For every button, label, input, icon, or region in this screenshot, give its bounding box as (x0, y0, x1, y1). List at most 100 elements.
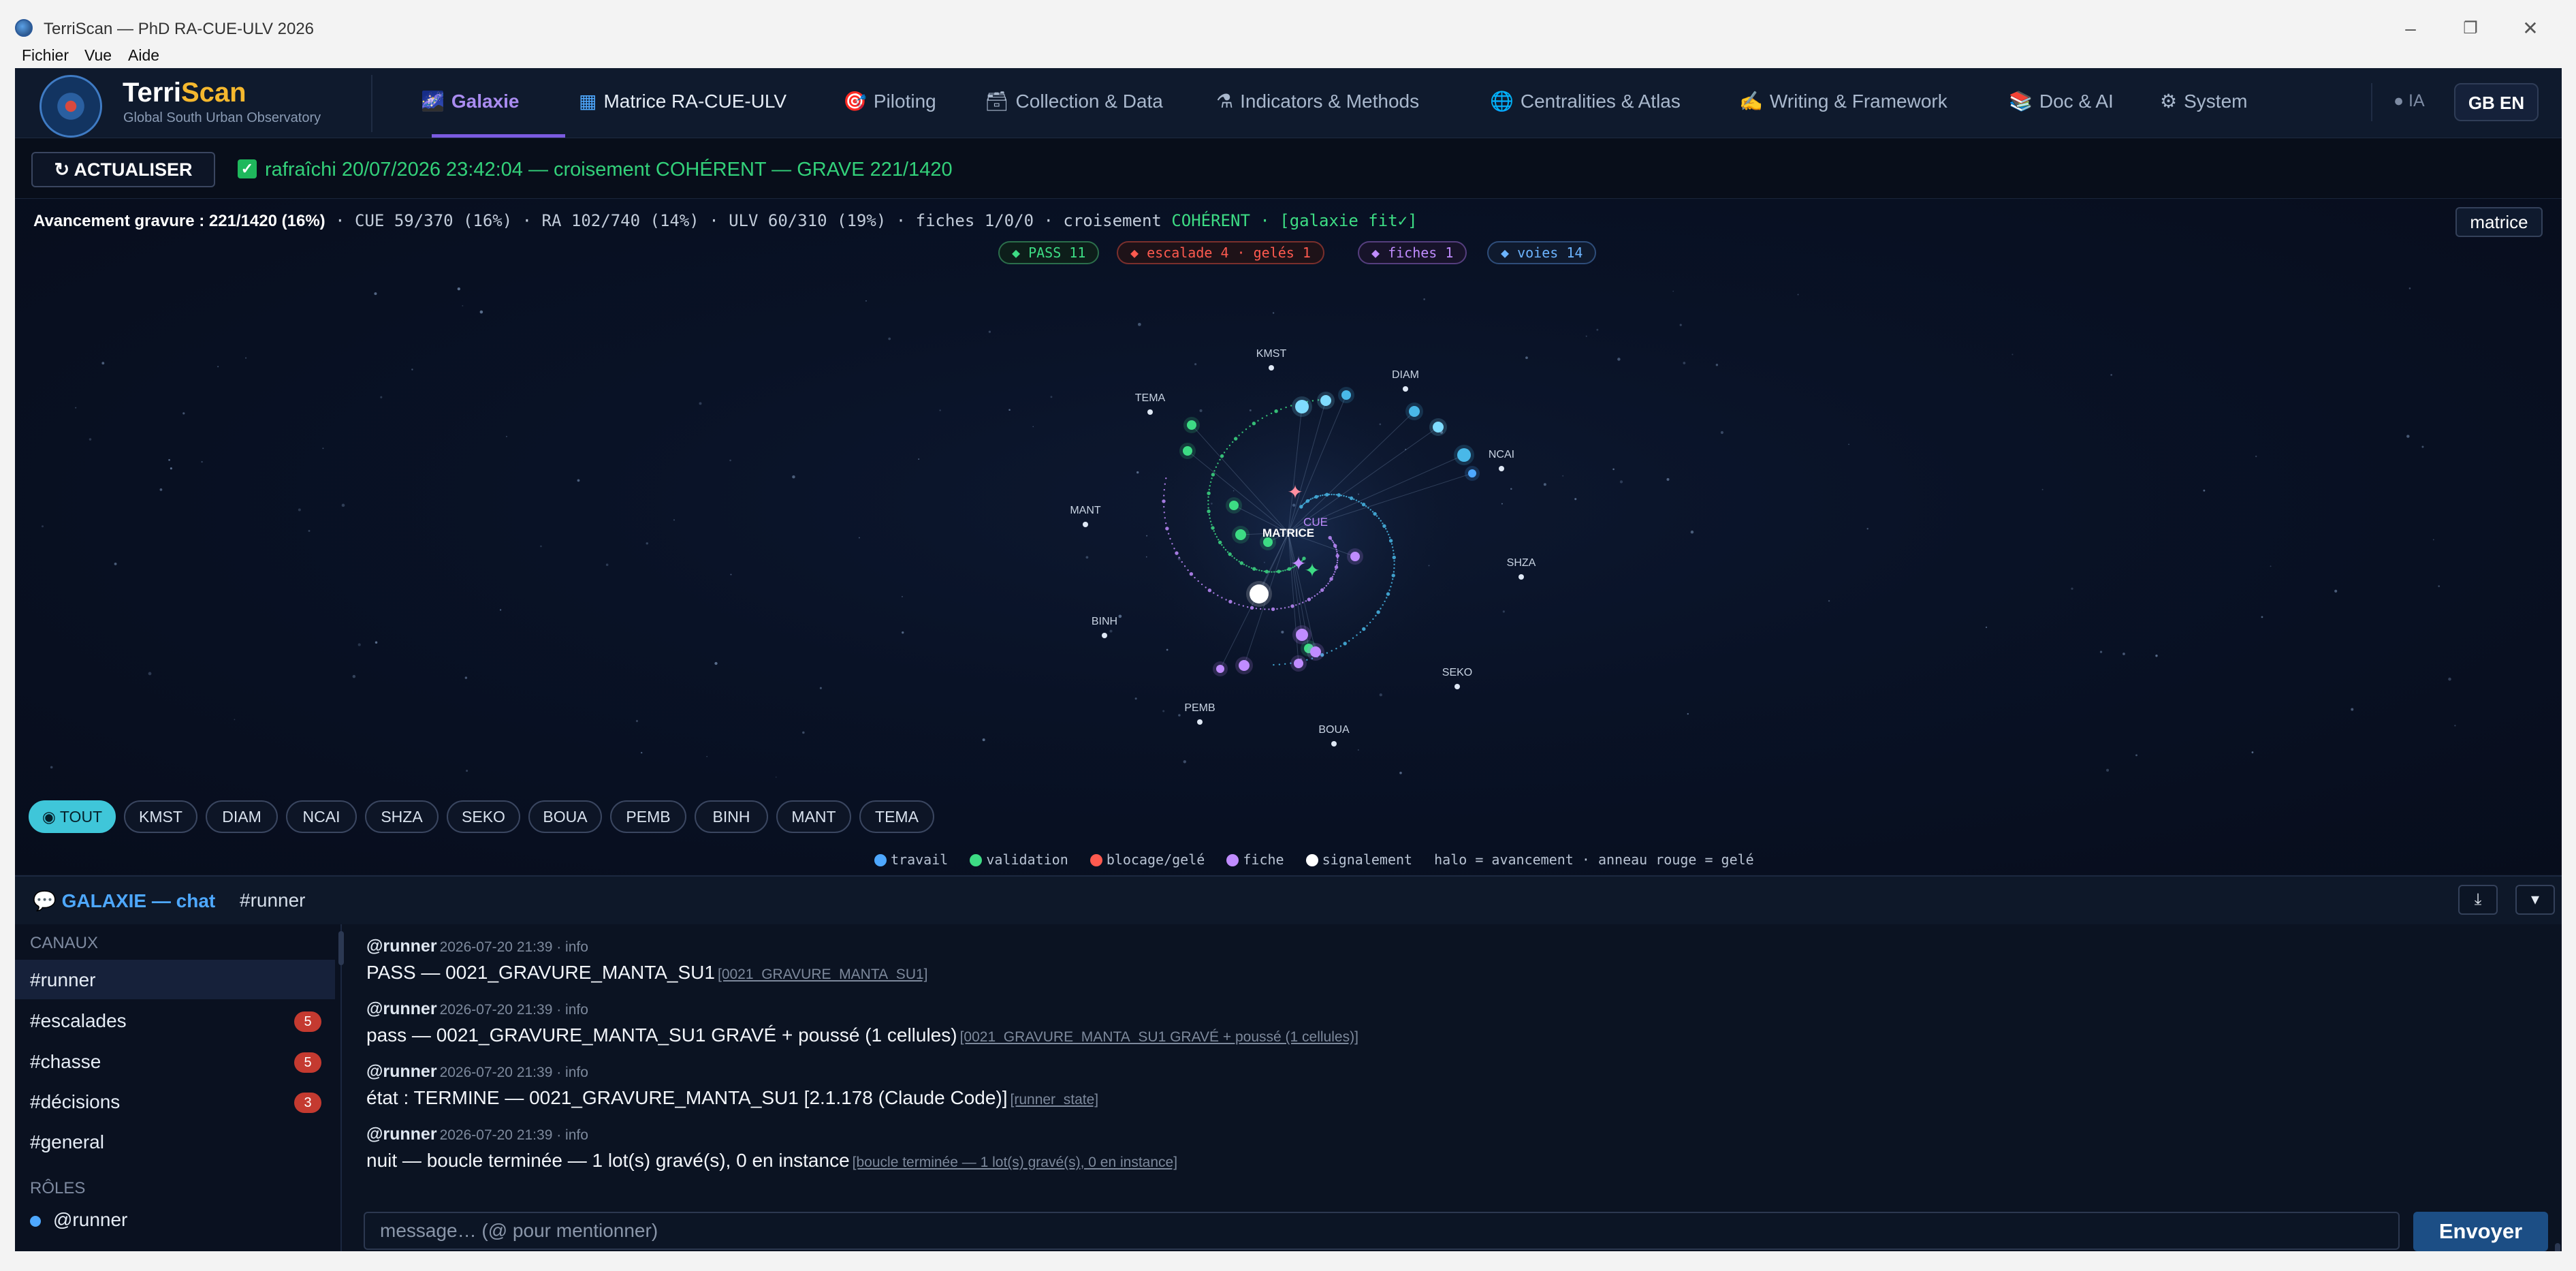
site-node-mant[interactable] (1083, 522, 1088, 527)
matrice-button[interactable]: matrice (2455, 207, 2543, 237)
refresh-button[interactable]: ↻ ACTUALISER (31, 152, 215, 187)
tab-galaxie[interactable]: 🌌 Galaxie (421, 90, 520, 112)
menu-vue[interactable]: Vue (84, 46, 112, 65)
site-node-shza[interactable] (1518, 574, 1524, 580)
arm-particle (1268, 571, 1271, 573)
site-node-diam[interactable] (1403, 386, 1408, 392)
arm-particle (1275, 571, 1277, 573)
filter-boua[interactable]: BOUA (528, 800, 602, 833)
arm-particle (1326, 652, 1329, 654)
ia-toggle[interactable]: ● IA (2394, 91, 2425, 111)
role-runner[interactable]: @runner (15, 1199, 335, 1239)
galaxy-visualization[interactable]: ✦✦✦ KMSTDIAMTEMANCAIMANTSHZABINHSEKOPEMB… (15, 199, 2562, 875)
language-button[interactable]: GB EN (2454, 83, 2539, 121)
tab-indicators-methods[interactable]: ⚗ Indicators & Methods (1216, 90, 1419, 112)
chat-message: @runner 2026-07-20 21:39 · info PASS — 00… (366, 937, 2545, 984)
channel-general[interactable]: #general (15, 1122, 335, 1161)
task-node[interactable] (1310, 646, 1321, 657)
close-icon[interactable]: ✕ (2517, 16, 2544, 41)
message-author[interactable]: @runner (366, 937, 437, 956)
pill-escalade[interactable]: ◆ escalade 4 · gelés 1 (1117, 241, 1324, 264)
star-dot (457, 287, 460, 291)
pill-fiches[interactable]: ◆ fiches 1 (1358, 241, 1467, 264)
task-node[interactable] (1187, 420, 1196, 430)
tab-label: Centralities & Atlas (1520, 91, 1681, 112)
task-node[interactable] (1183, 446, 1192, 456)
site-node-kmst[interactable] (1269, 365, 1274, 371)
task-node[interactable] (1229, 501, 1239, 510)
task-node[interactable] (1350, 552, 1360, 561)
message-author[interactable]: @runner (366, 1062, 437, 1081)
star-dot (462, 304, 464, 307)
channel-chasse[interactable]: #chasse 5 (15, 1041, 335, 1081)
filter-shza[interactable]: SHZA (365, 800, 439, 833)
arm-particle (1211, 526, 1215, 530)
task-node[interactable] (1250, 584, 1269, 603)
message-ref-link[interactable]: [boucle terminée — 1 lot(s) gravé(s), 0 … (853, 1155, 1177, 1170)
task-node[interactable] (1296, 629, 1308, 641)
message-author[interactable]: @runner (366, 999, 437, 1018)
task-node[interactable] (1341, 390, 1351, 400)
site-node-binh[interactable] (1102, 633, 1107, 638)
menu-aide[interactable]: Aide (128, 46, 159, 65)
download-icon[interactable]: ⤓ (2458, 885, 2498, 915)
site-node-tema[interactable] (1147, 409, 1153, 415)
sidebar-scrollbar[interactable] (338, 931, 344, 965)
messages-scrollbar[interactable] (2555, 1243, 2560, 1251)
channel-escalades[interactable]: #escalades 5 (15, 1001, 335, 1040)
tab-writing-framework[interactable]: ✍ Writing & Framework (1739, 90, 1947, 112)
task-node[interactable] (1235, 529, 1246, 540)
task-node[interactable] (1468, 469, 1476, 477)
tab-matrice[interactable]: ▦ Matrice RA-CUE-ULV (579, 90, 786, 112)
message-ref-link[interactable]: [runner_state] (1011, 1092, 1099, 1108)
filter-seko[interactable]: SEKO (447, 800, 520, 833)
star-dot (802, 731, 805, 734)
filter-tout[interactable]: ◉ TOUT (29, 800, 116, 833)
task-node[interactable] (1239, 660, 1250, 671)
message-author[interactable]: @runner (366, 1125, 437, 1144)
site-node-pemb[interactable] (1197, 719, 1203, 725)
message-input[interactable]: message… (@ pour mentionner) (364, 1212, 2400, 1250)
tab-doc-ai[interactable]: 📚 Doc & AI (2009, 90, 2114, 112)
task-node[interactable] (1457, 448, 1471, 462)
filter-binh[interactable]: BINH (695, 800, 768, 833)
site-node-boua[interactable] (1331, 741, 1337, 747)
task-node[interactable] (1320, 395, 1331, 406)
filter-tema[interactable]: TEMA (859, 800, 934, 833)
menu-bar: Fichier Vue Aide (0, 44, 2576, 68)
site-node-ncai[interactable] (1499, 466, 1504, 471)
star-dot (2203, 489, 2206, 492)
message-ref-link[interactable]: [0021_GRAVURE_MANTA_SU1 GRAVÉ + poussé (… (960, 1029, 1358, 1045)
channel-runner[interactable]: #runner (15, 960, 335, 999)
collapse-icon[interactable]: ▾ (2515, 885, 2555, 915)
tab-centralities-atlas[interactable]: 🌐 Centralities & Atlas (1490, 90, 1681, 112)
star-dot (148, 672, 152, 676)
star-dot (2334, 589, 2338, 593)
tab-piloting[interactable]: 🎯 Piloting (843, 90, 936, 112)
legend-blocage: blocage/gelé (1090, 851, 1205, 868)
task-node[interactable] (1294, 659, 1303, 668)
channel-decisions[interactable]: #décisions 3 (15, 1082, 335, 1121)
pill-voies[interactable]: ◆ voies 14 (1487, 241, 1597, 264)
filter-mant[interactable]: MANT (776, 800, 851, 833)
menu-fichier[interactable]: Fichier (22, 46, 69, 65)
filter-diam[interactable]: DIAM (206, 800, 278, 833)
star-dot (41, 525, 44, 528)
task-node[interactable] (1409, 406, 1420, 417)
filter-ncai[interactable]: NCAI (286, 800, 357, 833)
star-marker: ✦ (1287, 482, 1303, 503)
task-node[interactable] (1433, 422, 1444, 433)
arm-particle (1365, 505, 1367, 507)
tab-collection-data[interactable]: 🗃 Collection & Data (985, 90, 1163, 112)
send-button[interactable]: Envoyer (2413, 1212, 2548, 1251)
filter-pemb[interactable]: PEMB (610, 800, 686, 833)
task-node[interactable] (1216, 665, 1224, 673)
filter-kmst[interactable]: KMST (124, 800, 197, 833)
message-ref-link[interactable]: [0021_GRAVURE_MANTA_SU1] (718, 967, 928, 982)
site-node-seko[interactable] (1454, 684, 1460, 689)
tab-system[interactable]: ⚙ System (2160, 90, 2247, 112)
minimize-icon[interactable]: – (2397, 16, 2424, 41)
pill-pass[interactable]: ◆ PASS 11 (998, 241, 1100, 264)
task-node[interactable] (1295, 400, 1309, 413)
restore-icon[interactable]: ❐ (2457, 16, 2484, 41)
